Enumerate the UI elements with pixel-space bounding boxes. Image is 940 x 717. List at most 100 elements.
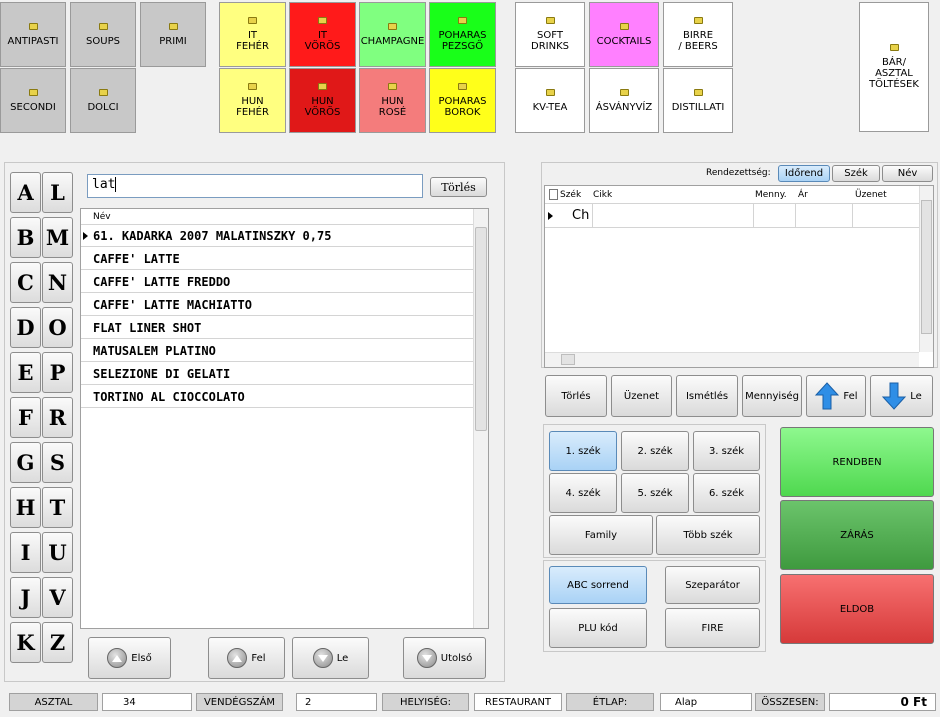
product-row[interactable]: CAFFE' LATTE FREDDO: [81, 271, 473, 293]
order-row[interactable]: Ch: [545, 204, 919, 228]
category-hun-rose[interactable]: HUN ROSÉ: [359, 68, 426, 133]
product-row[interactable]: 61. KADARKA 2007 MALATINSZKY 0,75: [81, 225, 473, 247]
seat-3-button[interactable]: 3. szék: [693, 431, 760, 471]
category-secondi[interactable]: SECONDI: [0, 68, 66, 133]
category-soft-drinks[interactable]: SOFT DRINKS: [515, 2, 585, 67]
order-table-hscroll[interactable]: [545, 352, 919, 367]
down-button[interactable]: Le: [292, 637, 369, 679]
multi-seat-button[interactable]: Több szék: [656, 515, 760, 555]
arrow-up-icon: [815, 382, 840, 410]
folder-icon: [28, 22, 38, 30]
letter-key-i[interactable]: I: [10, 532, 41, 573]
search-clear-button[interactable]: Törlés: [430, 177, 487, 197]
product-row[interactable]: FLAT LINER SHOT: [81, 317, 473, 339]
down-arrow-icon: [312, 648, 333, 668]
close-button[interactable]: ZÁRÁS: [780, 500, 934, 570]
letter-key-g[interactable]: G: [10, 442, 41, 483]
category-kv-tea[interactable]: KV-TEA: [515, 68, 585, 133]
move-up-button[interactable]: Fel: [806, 375, 866, 417]
category-beers[interactable]: BIRRE / BEERS: [663, 2, 733, 67]
seat-1-button[interactable]: 1. szék: [549, 431, 617, 471]
letter-key-o[interactable]: O: [42, 307, 73, 348]
last-button[interactable]: Utolsó: [403, 637, 486, 679]
category-it-feher[interactable]: IT FEHÉR: [219, 2, 286, 67]
category-hun-voros[interactable]: HUN VÖRÖS: [289, 68, 356, 133]
discard-button[interactable]: ELDOB: [780, 574, 934, 644]
letter-key-u[interactable]: U: [42, 532, 73, 573]
move-down-button[interactable]: Le: [870, 375, 933, 417]
fire-button[interactable]: FIRE: [665, 608, 760, 648]
folder-icon: [98, 88, 108, 96]
order-table[interactable]: Szék Cikk Menny. Ár Üzenet Ch: [544, 185, 934, 368]
seat-6-button[interactable]: 6. szék: [693, 473, 760, 513]
first-button[interactable]: Első: [88, 637, 171, 679]
folder-icon: [889, 44, 899, 51]
letter-key-k[interactable]: K: [10, 622, 41, 663]
product-row[interactable]: CAFFE' LATTE: [81, 248, 473, 270]
category-dolci[interactable]: DOLCI: [70, 68, 136, 133]
sort-by-seat-button[interactable]: Szék: [832, 165, 880, 182]
message-button[interactable]: Üzenet: [611, 375, 672, 417]
product-row[interactable]: SELEZIONE DI GELATI: [81, 363, 473, 385]
product-row[interactable]: MATUSALEM PLATINO: [81, 340, 473, 362]
category-poharas-borok[interactable]: POHARAS BOROK: [429, 68, 496, 133]
product-list[interactable]: Név 61. KADARKA 2007 MALATINSZKY 0,75 CA…: [80, 208, 489, 629]
category-antipasti[interactable]: ANTIPASTI: [0, 2, 66, 67]
family-button[interactable]: Family: [549, 515, 653, 555]
letter-key-n[interactable]: N: [42, 262, 73, 303]
letter-key-l[interactable]: L: [42, 172, 73, 213]
ok-button[interactable]: RENDBEN: [780, 427, 934, 497]
category-primi[interactable]: PRIMI: [140, 2, 206, 67]
seat-2-button[interactable]: 2. szék: [621, 431, 689, 471]
letter-key-p[interactable]: P: [42, 352, 73, 393]
letter-key-d[interactable]: D: [10, 307, 41, 348]
category-asvanyviz[interactable]: ÁSVÁNYVÍZ: [589, 68, 659, 133]
letter-key-s[interactable]: S: [42, 442, 73, 483]
letter-key-h[interactable]: H: [10, 487, 41, 528]
letter-key-e[interactable]: E: [10, 352, 41, 393]
up-button[interactable]: Fel: [208, 637, 285, 679]
delete-item-button[interactable]: Törlés: [545, 375, 607, 417]
seat-4-button[interactable]: 4. szék: [549, 473, 617, 513]
plu-code-button[interactable]: PLU kód: [549, 608, 647, 648]
category-champagne[interactable]: CHAMPAGNE: [359, 2, 426, 67]
table-label: ASZTAL: [9, 693, 98, 711]
scrollbar-thumb[interactable]: [921, 200, 932, 334]
order-table-vscroll[interactable]: [919, 186, 933, 352]
location-value: RESTAURANT: [474, 693, 562, 711]
letter-key-j[interactable]: J: [10, 577, 41, 618]
quantity-button[interactable]: Mennyiség: [742, 375, 802, 417]
select-all-checkbox[interactable]: [549, 189, 558, 200]
letter-key-b[interactable]: B: [10, 217, 41, 258]
letter-key-v[interactable]: V: [42, 577, 73, 618]
category-it-voros[interactable]: IT VÖRÖS: [289, 2, 356, 67]
letter-key-c[interactable]: C: [10, 262, 41, 303]
category-cocktails[interactable]: COCKTAILS: [589, 2, 659, 67]
folder-icon: [98, 22, 108, 30]
scrollbar-thumb[interactable]: [561, 354, 575, 365]
product-list-scrollbar[interactable]: [473, 209, 488, 628]
repeat-button[interactable]: Ismétlés: [676, 375, 738, 417]
category-poharas-pezsgo[interactable]: POHARAS PEZSGŐ: [429, 2, 496, 67]
sort-by-time-button[interactable]: Időrend: [778, 165, 830, 182]
category-hun-feher[interactable]: HUN FEHÉR: [219, 68, 286, 133]
letter-key-f[interactable]: F: [10, 397, 41, 438]
category-bar-asztal-toltesek[interactable]: BÁR/ ASZTAL TÖLTÉSEK: [859, 2, 929, 132]
product-row[interactable]: CAFFE' LATTE MACHIATTO: [81, 294, 473, 316]
product-row[interactable]: TORTINO AL CIOCCOLATO: [81, 386, 473, 408]
category-distillati[interactable]: DISTILLATI: [663, 68, 733, 133]
sort-by-name-button[interactable]: Név: [882, 165, 933, 182]
folder-icon: [318, 17, 327, 24]
scrollbar-thumb[interactable]: [475, 227, 487, 431]
seat-5-button[interactable]: 5. szék: [621, 473, 689, 513]
letter-key-z[interactable]: Z: [42, 622, 73, 663]
letter-key-t[interactable]: T: [42, 487, 73, 528]
category-soups[interactable]: SOUPS: [70, 2, 136, 67]
search-input[interactable]: lat: [87, 174, 423, 198]
letter-key-a[interactable]: A: [10, 172, 41, 213]
letter-key-m[interactable]: M: [42, 217, 73, 258]
abc-order-button[interactable]: ABC sorrend: [549, 566, 647, 604]
letter-key-r[interactable]: R: [42, 397, 73, 438]
separator-button[interactable]: Szeparátor: [665, 566, 760, 604]
folder-icon: [388, 22, 397, 30]
